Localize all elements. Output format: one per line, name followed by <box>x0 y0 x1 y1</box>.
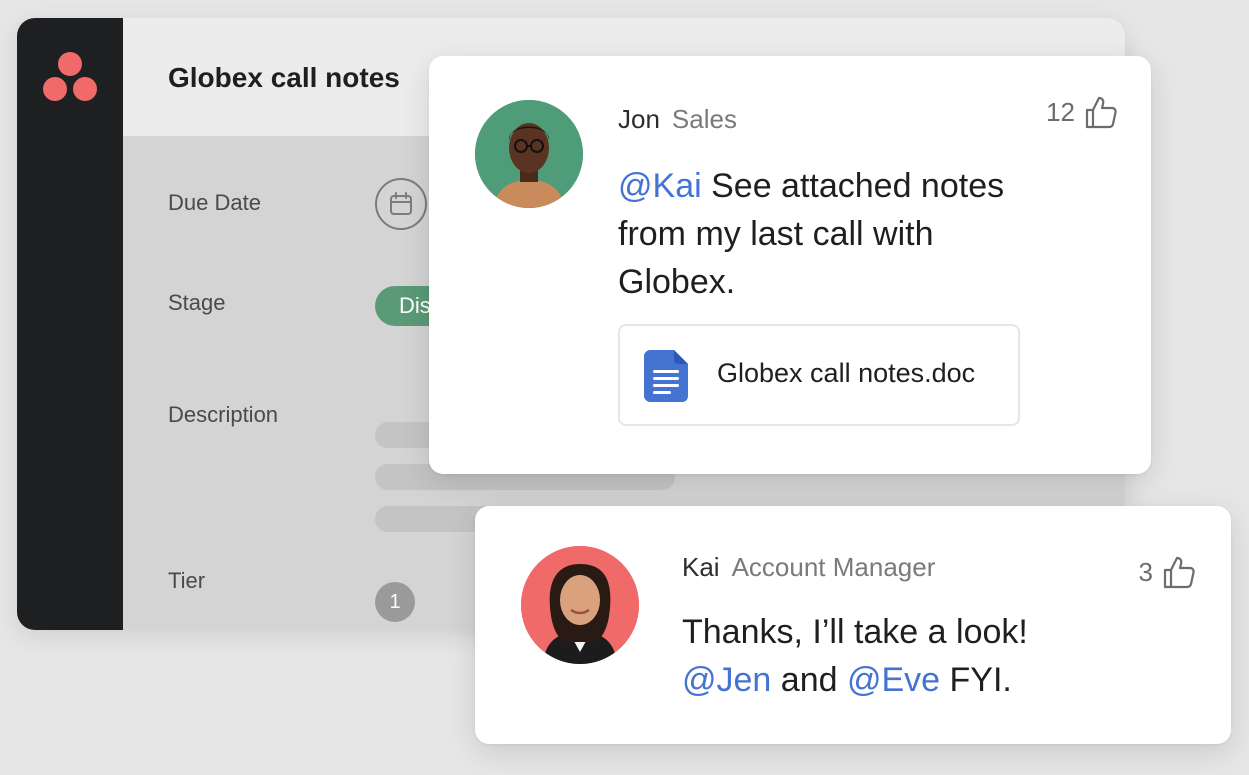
calendar-icon <box>390 192 412 215</box>
tier-badge[interactable]: 1 <box>375 582 415 622</box>
thumbs-up-icon <box>1085 96 1117 129</box>
mention-link[interactable]: @Jen <box>682 661 771 699</box>
document-icon <box>644 350 688 402</box>
author-name[interactable]: Kai <box>682 552 720 582</box>
mention-link[interactable]: @Eve <box>847 661 940 699</box>
avatar <box>521 546 639 664</box>
comment-author-line: Kai Account Manager <box>682 552 935 583</box>
comment-card: Jon Sales 12 @Kai See attached notes from… <box>429 56 1151 474</box>
stage-label: Stage <box>168 290 226 315</box>
attachment-card[interactable]: Globex call notes.doc <box>618 324 1020 426</box>
like-button[interactable]: 3 <box>1139 554 1197 590</box>
asana-logo-icon[interactable] <box>43 52 97 102</box>
message-text: and <box>771 661 847 699</box>
comment-message: @Kai See attached notes from my last cal… <box>618 162 1038 306</box>
thumbs-up-icon <box>1163 556 1195 589</box>
like-button[interactable]: 12 <box>1046 94 1119 130</box>
comment-author-line: Jon Sales <box>618 104 737 135</box>
attachment-name: Globex call notes.doc <box>717 358 976 388</box>
message-text: Thanks, I’ll take a look! <box>682 613 1028 651</box>
task-title: Globex call notes <box>168 62 400 93</box>
comment-card: Kai Account Manager 3 Thanks, I’ll take a… <box>475 506 1231 744</box>
like-count: 12 <box>1046 96 1075 127</box>
due-date-button[interactable] <box>375 178 427 230</box>
tier-label: Tier <box>168 568 206 593</box>
comment-message: Thanks, I’ll take a look! @Jen and @Eve … <box>682 608 1202 704</box>
like-count: 3 <box>1138 556 1153 587</box>
author-role: Sales <box>671 104 737 134</box>
author-role: Account Manager <box>731 552 936 582</box>
author-name[interactable]: Jon <box>618 104 660 134</box>
description-label: Description <box>168 402 279 427</box>
mention-link[interactable]: @Kai <box>618 167 702 205</box>
scene: Globex call notes Due Date Stage Dis Des… <box>0 0 1249 775</box>
due-date-label: Due Date <box>168 190 261 215</box>
avatar <box>475 100 583 208</box>
sidebar <box>17 18 123 630</box>
message-text: FYI. <box>940 661 1012 699</box>
